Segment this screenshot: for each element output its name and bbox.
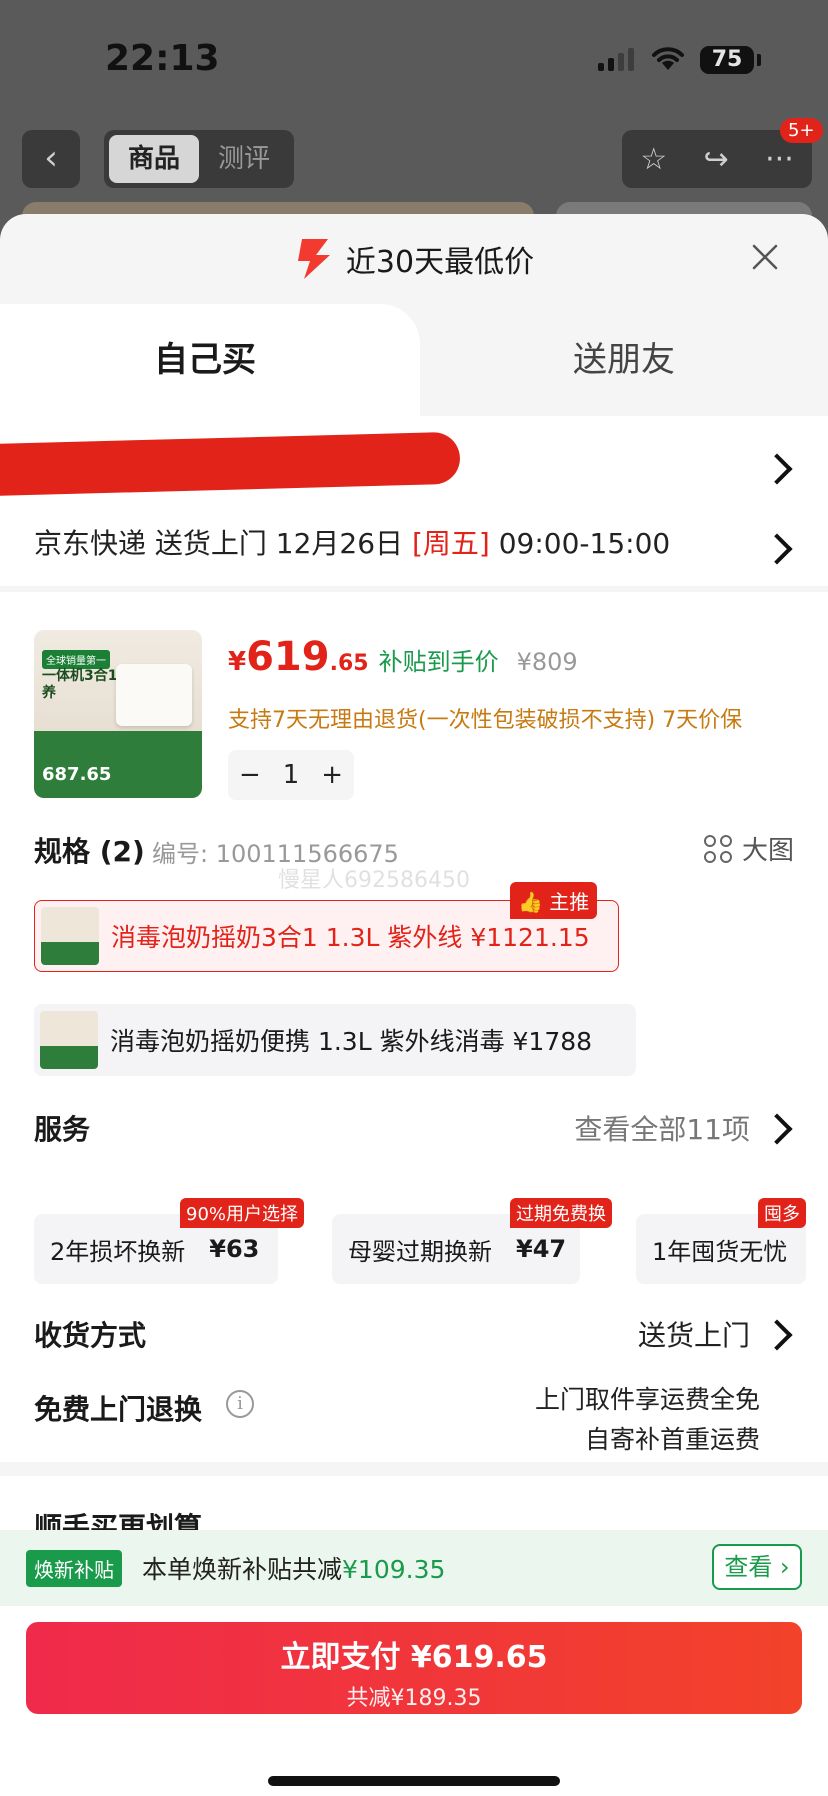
service-cards: 2年损坏换新 ¥63 90%用户选择 母婴过期换新 ¥47 过期免费换 1年囤货无忧… xyxy=(34,1198,806,1284)
thumb-tag: 全球销量第一 xyxy=(42,650,110,669)
battery-tip xyxy=(757,54,761,66)
free-return-title: 免费上门退换 xyxy=(34,1393,203,1426)
chevron-left-icon: ‹ xyxy=(44,138,58,178)
checkout-sheet: 近30天最低价 自己买 送朋友 京东快递 送货上门 12月26日 [周五] 09… xyxy=(0,214,828,1796)
quantity-value[interactable]: 1 xyxy=(283,760,300,790)
receiving-method-row[interactable]: 收货方式 送货上门 xyxy=(34,1310,794,1360)
chevron-right-icon xyxy=(761,1319,793,1351)
big-image-button[interactable]: 大图 xyxy=(703,830,794,867)
price-decimal: .65 xyxy=(329,651,369,676)
subsidy-label: 补贴到手价 xyxy=(378,648,499,676)
purchase-mode-tabs: 自己买 送朋友 xyxy=(0,304,828,416)
info-icon[interactable]: i xyxy=(226,1390,254,1418)
service-tag: 囤多 xyxy=(758,1198,806,1228)
original-price: ¥809 xyxy=(516,648,578,676)
product-thumbnail[interactable]: 全球销量第一 一体机3合1 1m连体喂养 687.65 xyxy=(34,630,202,798)
page-tabs: 商品 测评 xyxy=(104,130,294,188)
wifi-icon xyxy=(652,47,684,70)
back-button[interactable]: ‹ xyxy=(22,130,80,188)
price-currency: ¥ xyxy=(228,647,247,677)
order-details-card: 全球销量第一 一体机3合1 1m连体喂养 687.65 ¥ 619 .65 补贴… xyxy=(0,592,828,1462)
pay-amount: 立即支付 ¥619.65 xyxy=(280,1640,548,1675)
delivery-carrier: 京东快递 送货上门 12月26日 xyxy=(34,527,412,560)
tradein-view-label: 查看 xyxy=(724,1553,773,1581)
price-row: ¥ 619 .65 补贴到手价 ¥809 xyxy=(228,634,578,680)
service-price: ¥47 xyxy=(516,1235,567,1263)
delivery-window: 09:00-15:00 xyxy=(489,527,671,560)
big-image-label: 大图 xyxy=(741,836,794,866)
status-bar: 22:13 75 xyxy=(0,0,828,110)
chevron-right-icon xyxy=(761,533,793,565)
share-icon[interactable]: ↪ xyxy=(704,142,729,177)
home-indicator xyxy=(268,1776,560,1786)
watermark: 慢星人692586450 xyxy=(278,868,470,893)
increment-button[interactable]: + xyxy=(321,760,343,790)
service-row[interactable]: 服务 查看全部11项 xyxy=(34,1104,794,1154)
recommended-badge: 👍 主推 xyxy=(510,882,598,919)
battery-icon: 75 xyxy=(700,46,754,74)
quantity-stepper: − 1 + xyxy=(228,750,354,800)
pay-discount: 共减¥189.35 xyxy=(346,1686,482,1711)
thumb-price: 687.65 xyxy=(42,764,112,785)
sheet-title: 近30天最低价 xyxy=(345,245,535,280)
return-policy: 支持7天无理由退货(一次性包装破损不支持) 7天价保 xyxy=(228,708,743,733)
close-icon[interactable] xyxy=(750,242,780,272)
tradein-view-button[interactable]: 查看 › xyxy=(712,1544,802,1590)
tradein-text: 本单焕新补贴共减¥109.35 xyxy=(142,1550,445,1586)
tab-buy-for-self[interactable]: 自己买 xyxy=(0,304,420,416)
tab-send-to-friend[interactable]: 送朋友 xyxy=(420,304,828,416)
service-name: 母婴过期换新 xyxy=(348,1237,492,1266)
receiving-title: 收货方式 xyxy=(34,1319,147,1352)
free-return-line: 上门取件享运费全免 xyxy=(534,1385,760,1414)
service-name: 1年囤货无忧 xyxy=(652,1237,788,1266)
variant-label: 消毒泡奶摇奶便携 1.3L 紫外线消毒 ¥1788 xyxy=(110,1027,593,1056)
sheet-header: 近30天最低价 xyxy=(0,214,828,304)
recommended-label: 主推 xyxy=(549,890,590,914)
more-icon[interactable]: ··· xyxy=(765,142,794,177)
tab-product[interactable]: 商品 xyxy=(109,135,199,183)
cellular-signal-icon xyxy=(598,48,634,71)
variant-thumbnail xyxy=(41,907,99,965)
service-price: ¥63 xyxy=(209,1235,260,1263)
tradein-tag: 焕新补贴 xyxy=(26,1549,122,1587)
tradein-amount: ¥109.35 xyxy=(342,1555,446,1584)
service-name: 2年损坏换新 xyxy=(50,1237,186,1266)
service-view-all[interactable]: 查看全部11项 xyxy=(574,1108,750,1148)
variant-option[interactable]: 消毒泡奶摇奶便携 1.3L 紫外线消毒 ¥1788 xyxy=(34,1004,636,1076)
product-page-header: ‹ 商品 测评 ☆ ↪ ··· 5+ xyxy=(0,118,828,190)
chevron-right-icon xyxy=(761,453,793,485)
star-icon[interactable]: ☆ xyxy=(640,142,667,177)
delivery-weekday: [周五] xyxy=(411,527,490,560)
grid-icon xyxy=(703,834,732,863)
address-redaction xyxy=(0,431,461,497)
spec-title: 规格 (2) xyxy=(34,835,145,868)
lightning-icon xyxy=(297,239,330,279)
service-tag: 90%用户选择 xyxy=(180,1198,305,1228)
variant-thumbnail xyxy=(40,1011,98,1069)
free-return-line: 自寄补首重运费 xyxy=(584,1425,760,1454)
delivery-info[interactable]: 京东快递 送货上门 12月26日 [周五] 09:00-15:00 xyxy=(34,522,670,562)
price-integer: 619 xyxy=(246,634,330,680)
tradein-label: 本单焕新补贴共减 xyxy=(142,1555,343,1584)
status-time: 22:13 xyxy=(105,38,220,79)
pay-now-button[interactable]: 立即支付 ¥619.65 共减¥189.35 xyxy=(26,1622,802,1714)
product-image-shape xyxy=(116,664,192,726)
service-tag: 过期免费换 xyxy=(510,1198,612,1228)
chevron-right-icon xyxy=(761,1113,793,1145)
message-badge: 5+ xyxy=(780,118,823,143)
variant-label: 消毒泡奶摇奶3合1 1.3L 紫外线 ¥1121.15 xyxy=(111,923,590,952)
tradein-subsidy-bar: 焕新补贴 本单焕新补贴共减¥109.35 查看 › xyxy=(0,1530,828,1606)
tab-review[interactable]: 测评 xyxy=(199,135,289,183)
receiving-value: 送货上门 xyxy=(637,1319,750,1352)
address-card[interactable]: 京东快递 送货上门 12月26日 [周五] 09:00-15:00 xyxy=(0,416,828,586)
free-return-row: 免费上门退换 i 上门取件享运费全免 自寄补首重运费 xyxy=(34,1385,794,1468)
decrement-button[interactable]: − xyxy=(239,760,261,790)
payment-bar: 立即支付 ¥619.65 共减¥189.35 xyxy=(0,1606,828,1796)
free-return-details: 上门取件享运费全免 自寄补首重运费 xyxy=(535,1380,760,1460)
service-title: 服务 xyxy=(34,1113,91,1146)
